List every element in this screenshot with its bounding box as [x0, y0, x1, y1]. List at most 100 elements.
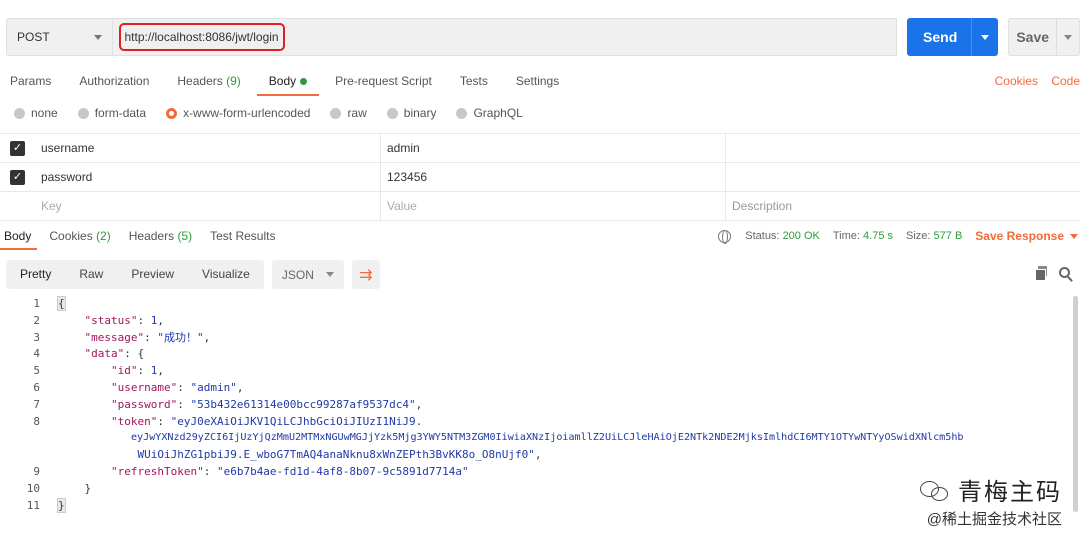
radio-circle-icon	[386, 107, 398, 119]
radio-none[interactable]: none	[14, 106, 58, 120]
json-value: "e6b7b4ae-fd1d-4af8-8b07-9c5891d7714a"	[216, 464, 469, 478]
param-value[interactable]: 123456	[381, 163, 726, 191]
size-value: 577 B	[933, 230, 963, 242]
code-line: 8 "token": "eyJ0eXAiOiJKV1QiLCJhbGciOiJI…	[0, 414, 1080, 431]
radio-urlencoded[interactable]: x-www-form-urlencoded	[166, 106, 310, 120]
cookies-link[interactable]: Cookies	[995, 74, 1038, 88]
param-description[interactable]	[726, 134, 1080, 162]
radio-circle-icon	[77, 107, 89, 119]
param-key[interactable]: password	[35, 163, 381, 191]
view-visualize[interactable]: Visualize	[188, 260, 264, 289]
chevron-down-icon	[981, 34, 990, 40]
row-checkbox-empty	[0, 192, 35, 220]
request-tabs: Params Authorization Headers (9) Body Pr…	[10, 70, 1080, 96]
response-actions	[1035, 266, 1070, 281]
line-number: 6	[33, 380, 40, 394]
tab-response-cookies[interactable]: Cookies (2)	[49, 222, 110, 250]
tab-settings[interactable]: Settings	[516, 70, 559, 96]
size-label: Size:	[906, 230, 931, 242]
tab-body-label: Body	[268, 74, 297, 88]
radio-binary-label: binary	[403, 106, 437, 120]
tab-body[interactable]: Body	[256, 70, 320, 96]
send-button[interactable]: Send	[906, 18, 999, 56]
copy-icon[interactable]	[1035, 266, 1047, 281]
response-body-code[interactable]: 1{ 2 "status": 1, 3 "message": "成功！", 4 …	[0, 296, 1080, 531]
code-line-wrapped: eyJwYXNzd29yZCI6IjUzYjQzMmU2MTMxNGUwMGJj…	[0, 430, 1080, 447]
globe-icon[interactable]	[718, 229, 732, 244]
view-preview[interactable]: Preview	[117, 260, 188, 289]
key-input[interactable]: Key	[35, 192, 381, 220]
chevron-down-icon	[93, 34, 102, 40]
send-dropdown[interactable]	[972, 34, 998, 40]
search-icon[interactable]	[1059, 267, 1070, 278]
radio-urlencoded-label: x-www-form-urlencoded	[183, 106, 311, 120]
vertical-scrollbar[interactable]	[1073, 296, 1078, 512]
status-label: Status:	[745, 230, 780, 242]
row-checkbox[interactable]: ✓	[0, 134, 35, 162]
line-number: 2	[33, 313, 40, 327]
chevron-down-icon	[325, 272, 334, 277]
radio-none-label: none	[31, 106, 58, 120]
radio-form-data[interactable]: form-data	[77, 106, 147, 120]
checkmark-icon: ✓	[10, 140, 25, 156]
tab-test-results[interactable]: Test Results	[210, 222, 275, 250]
line-number: 8	[33, 414, 40, 428]
save-dropdown[interactable]	[1057, 34, 1079, 40]
tab-response-headers[interactable]: Headers (5)	[129, 222, 192, 250]
radio-graphql[interactable]: GraphQL	[456, 106, 523, 120]
time-group: Time: 4.75 s	[833, 230, 893, 242]
method-select[interactable]: POST	[6, 18, 112, 56]
description-input[interactable]: Description	[726, 192, 1080, 220]
code-line: 3 "message": "成功！",	[0, 330, 1080, 347]
code-link[interactable]: Code	[1051, 74, 1080, 88]
tab-headers[interactable]: Headers (9)	[177, 70, 240, 96]
wrap-lines-button[interactable]: ⇉	[351, 260, 380, 289]
radio-form-data-label: form-data	[94, 106, 147, 120]
json-value: "admin"	[190, 380, 237, 394]
param-key[interactable]: username	[35, 134, 381, 162]
json-key: "id"	[110, 364, 138, 378]
view-raw[interactable]: Raw	[65, 260, 117, 289]
param-value[interactable]: admin	[381, 134, 726, 162]
table-row: ✓ password 123456	[0, 163, 1080, 192]
save-button[interactable]: Save	[1008, 18, 1080, 56]
json-key: "message"	[84, 330, 145, 344]
row-checkbox[interactable]: ✓	[0, 163, 35, 191]
radio-raw[interactable]: raw	[330, 106, 367, 120]
size-group: Size: 577 B	[906, 230, 962, 242]
line-number: 1	[33, 297, 40, 310]
save-label: Save	[1016, 29, 1050, 45]
status-value: 200 OK	[782, 230, 820, 242]
tab-authorization[interactable]: Authorization	[79, 70, 149, 96]
tab-params[interactable]: Params	[10, 70, 51, 96]
view-pretty[interactable]: Pretty	[6, 260, 65, 289]
format-select[interactable]: JSON	[271, 260, 344, 289]
code-line: 1{	[0, 296, 1080, 313]
cookies-count: (2)	[96, 229, 111, 243]
radio-selected-icon	[166, 107, 178, 119]
url-input[interactable]: http://localhost:8086/jwt/login	[111, 18, 897, 56]
radio-binary[interactable]: binary	[386, 106, 437, 120]
line-number: 10	[26, 481, 40, 495]
view-mode-segmented: Pretty Raw Preview Visualize	[6, 260, 264, 289]
code-line: 9 "refreshToken": "e6b7b4ae-fd1d-4af8-8b…	[0, 464, 1080, 481]
param-description[interactable]	[726, 163, 1080, 191]
watermark-title: 青梅主码	[920, 472, 1062, 507]
tab-response-body[interactable]: Body	[0, 222, 38, 250]
json-value: "成功！"	[157, 330, 204, 344]
code-line: 2 "status": 1,	[0, 313, 1080, 330]
wechat-icon	[920, 479, 950, 501]
tab-headers-label: Headers	[177, 74, 223, 88]
tab-prerequest-script[interactable]: Pre-request Script	[335, 70, 432, 96]
wrap-lines-icon: ⇉	[359, 266, 373, 284]
save-response-button[interactable]: Save Response	[975, 229, 1078, 243]
time-label: Time:	[832, 230, 860, 242]
open-brace: {	[57, 296, 66, 311]
active-dot-icon	[300, 78, 308, 86]
tab-tests[interactable]: Tests	[460, 70, 488, 96]
value-input[interactable]: Value	[381, 192, 726, 220]
method-label: POST	[17, 30, 50, 44]
radio-circle-icon	[330, 107, 342, 119]
url-value[interactable]: http://localhost:8086/jwt/login	[118, 23, 285, 51]
radio-circle-icon	[14, 107, 25, 119]
